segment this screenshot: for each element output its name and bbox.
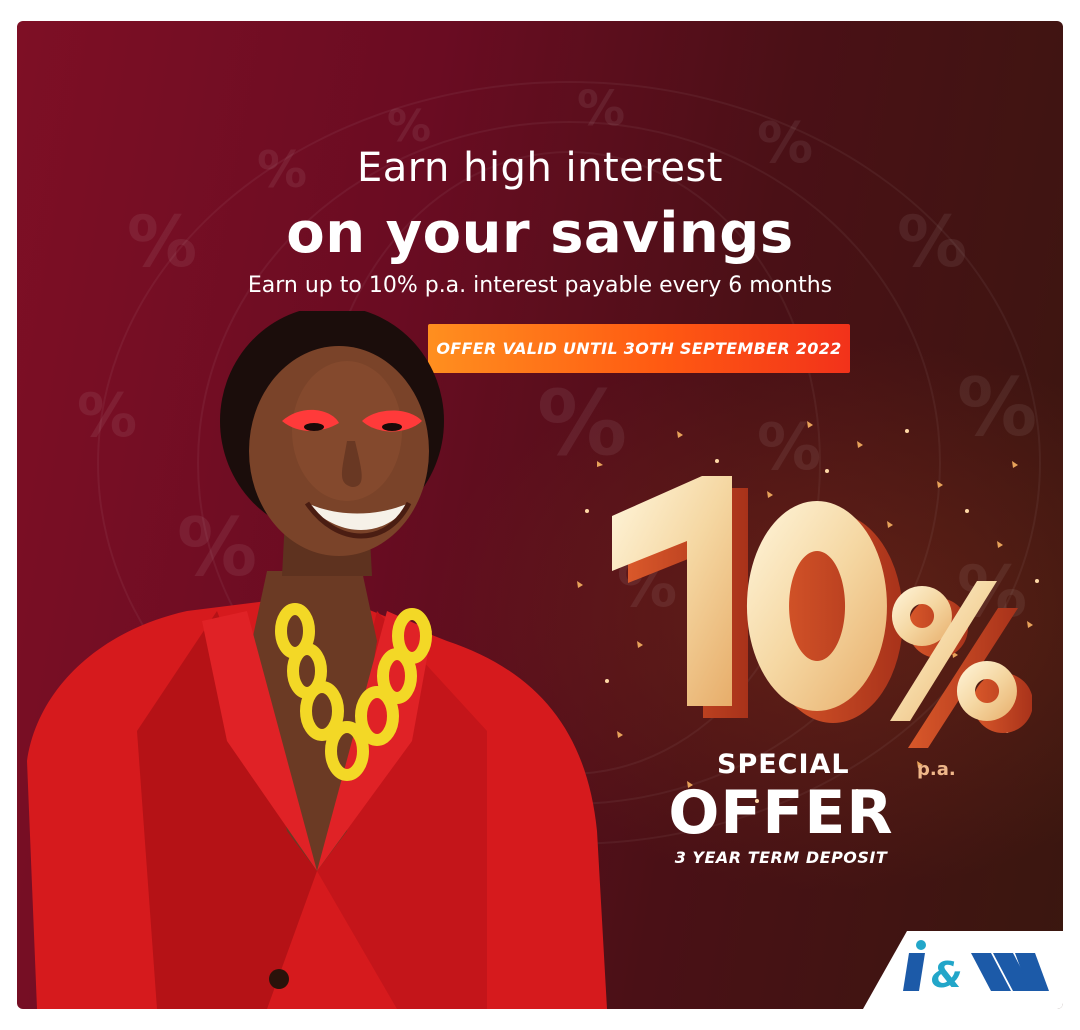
percent-icon: % <box>577 81 626 137</box>
offer-label: OFFER <box>668 778 894 848</box>
term-deposit-label: 3 YEAR TERM DEPOSIT <box>674 848 888 867</box>
per-annum-label: p.a. <box>917 759 956 780</box>
headline-line-1: Earn high interest <box>357 145 723 191</box>
ad-banner: % % % % % % % % % % % % % Earn high inte… <box>17 21 1063 1009</box>
interest-subline: Earn up to 10% p.a. interest payable eve… <box>247 273 833 298</box>
woman-photo <box>27 311 607 1009</box>
ten-percent-graphic <box>612 476 1032 748</box>
logo-ampersand: & <box>931 955 962 996</box>
i-and-m-logo: & <box>903 940 1049 996</box>
special-label: SPECIAL <box>717 749 850 780</box>
headline-line-2: on your savings <box>286 201 794 266</box>
